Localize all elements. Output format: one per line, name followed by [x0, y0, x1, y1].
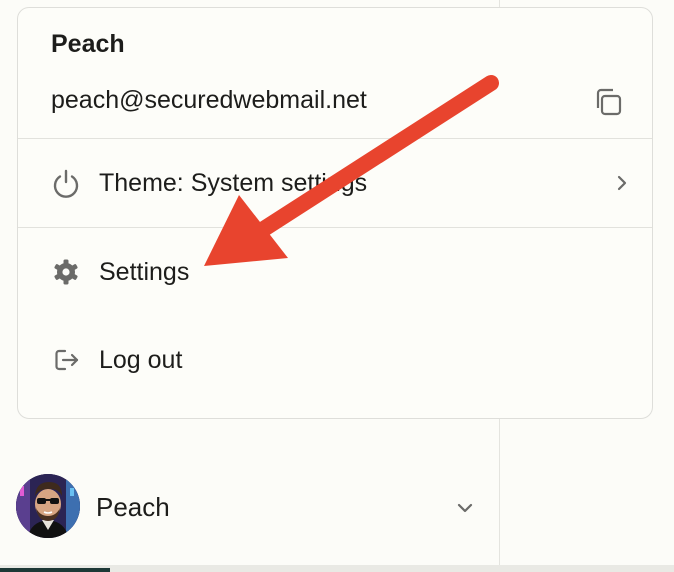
menu-item-settings[interactable]: Settings: [18, 228, 652, 316]
account-switcher[interactable]: Peach: [0, 464, 499, 548]
chevron-down-icon: [457, 503, 473, 513]
menu-item-theme[interactable]: Theme: System settings: [18, 139, 652, 228]
chevron-right-icon: [617, 175, 627, 191]
log-out-icon: [50, 344, 82, 376]
copy-email-button[interactable]: [590, 84, 626, 120]
bottom-edge-dark: [0, 568, 110, 572]
avatar: [16, 474, 80, 538]
menu-header: Peach peach@securedwebmail.net: [18, 8, 652, 139]
gear-icon: [50, 256, 82, 288]
menu-item-theme-label: Theme: System settings: [99, 169, 368, 197]
power-icon: [50, 167, 82, 199]
user-email: peach@securedwebmail.net: [51, 86, 367, 114]
user-name: Peach: [51, 30, 125, 58]
menu-item-settings-label: Settings: [99, 258, 190, 286]
menu-item-logout[interactable]: Log out: [18, 316, 652, 404]
account-name: Peach: [96, 492, 170, 522]
copy-icon: [596, 88, 622, 116]
menu-item-logout-label: Log out: [99, 346, 183, 374]
account-menu: Peach peach@securedwebmail.net Theme: Sy…: [17, 7, 653, 419]
